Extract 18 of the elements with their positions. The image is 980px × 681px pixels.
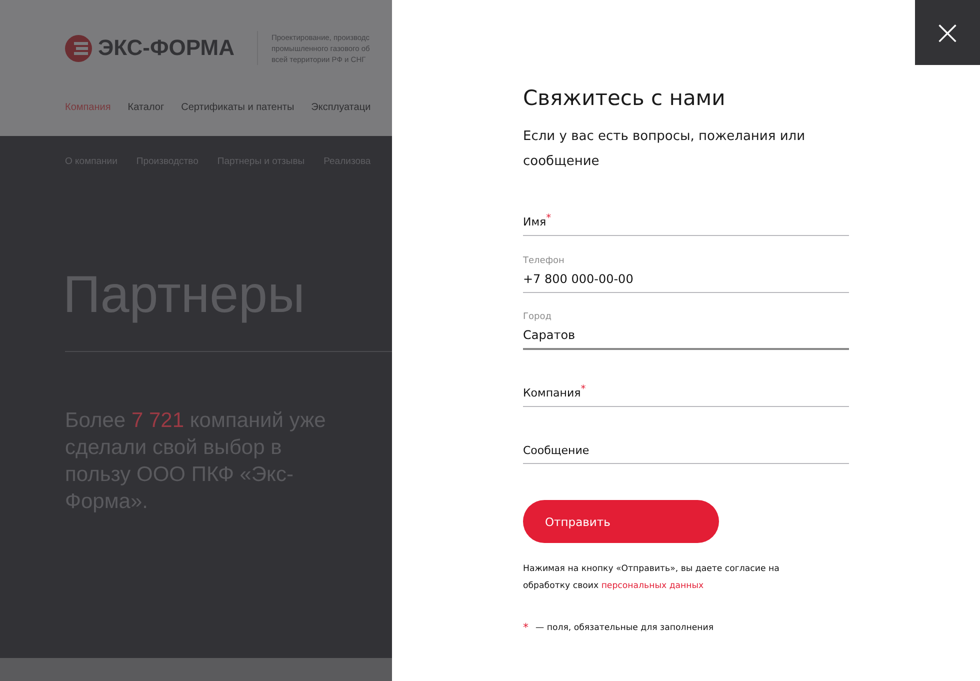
nav-item[interactable]: Эксплуатаци [311, 102, 371, 113]
logo-text: ЭКС-ФОРМА [98, 35, 234, 61]
consent-text: Нажимая на кнопку «Отправить», вы даете согласие на обработку своих персональных данных [523, 563, 780, 593]
close-button[interactable]: × [915, 0, 980, 65]
dialog-title: Свяжитесь с нами [523, 86, 726, 110]
nav-item[interactable]: Каталог [128, 102, 164, 113]
personal-data-link[interactable]: персональных данных [601, 581, 704, 591]
required-mark: * [523, 621, 528, 634]
submit-button[interactable]: Отправить [523, 500, 719, 543]
nav-item[interactable]: Сертификаты и патенты [181, 102, 294, 113]
dialog-subtitle: Если у вас есть вопросы, пожелания или сообщение [523, 128, 806, 171]
input-field[interactable]: Сообщение [523, 422, 849, 464]
input-field[interactable]: Город Саратов [523, 308, 849, 350]
input-field[interactable]: Телефон +7 800 000-00-00 [523, 251, 849, 293]
footnote-text: — поля, обязательные для заполнения [536, 622, 714, 632]
required-mark: * [580, 384, 586, 396]
required-mark: * [546, 213, 552, 224]
logo-icon [65, 34, 92, 62]
